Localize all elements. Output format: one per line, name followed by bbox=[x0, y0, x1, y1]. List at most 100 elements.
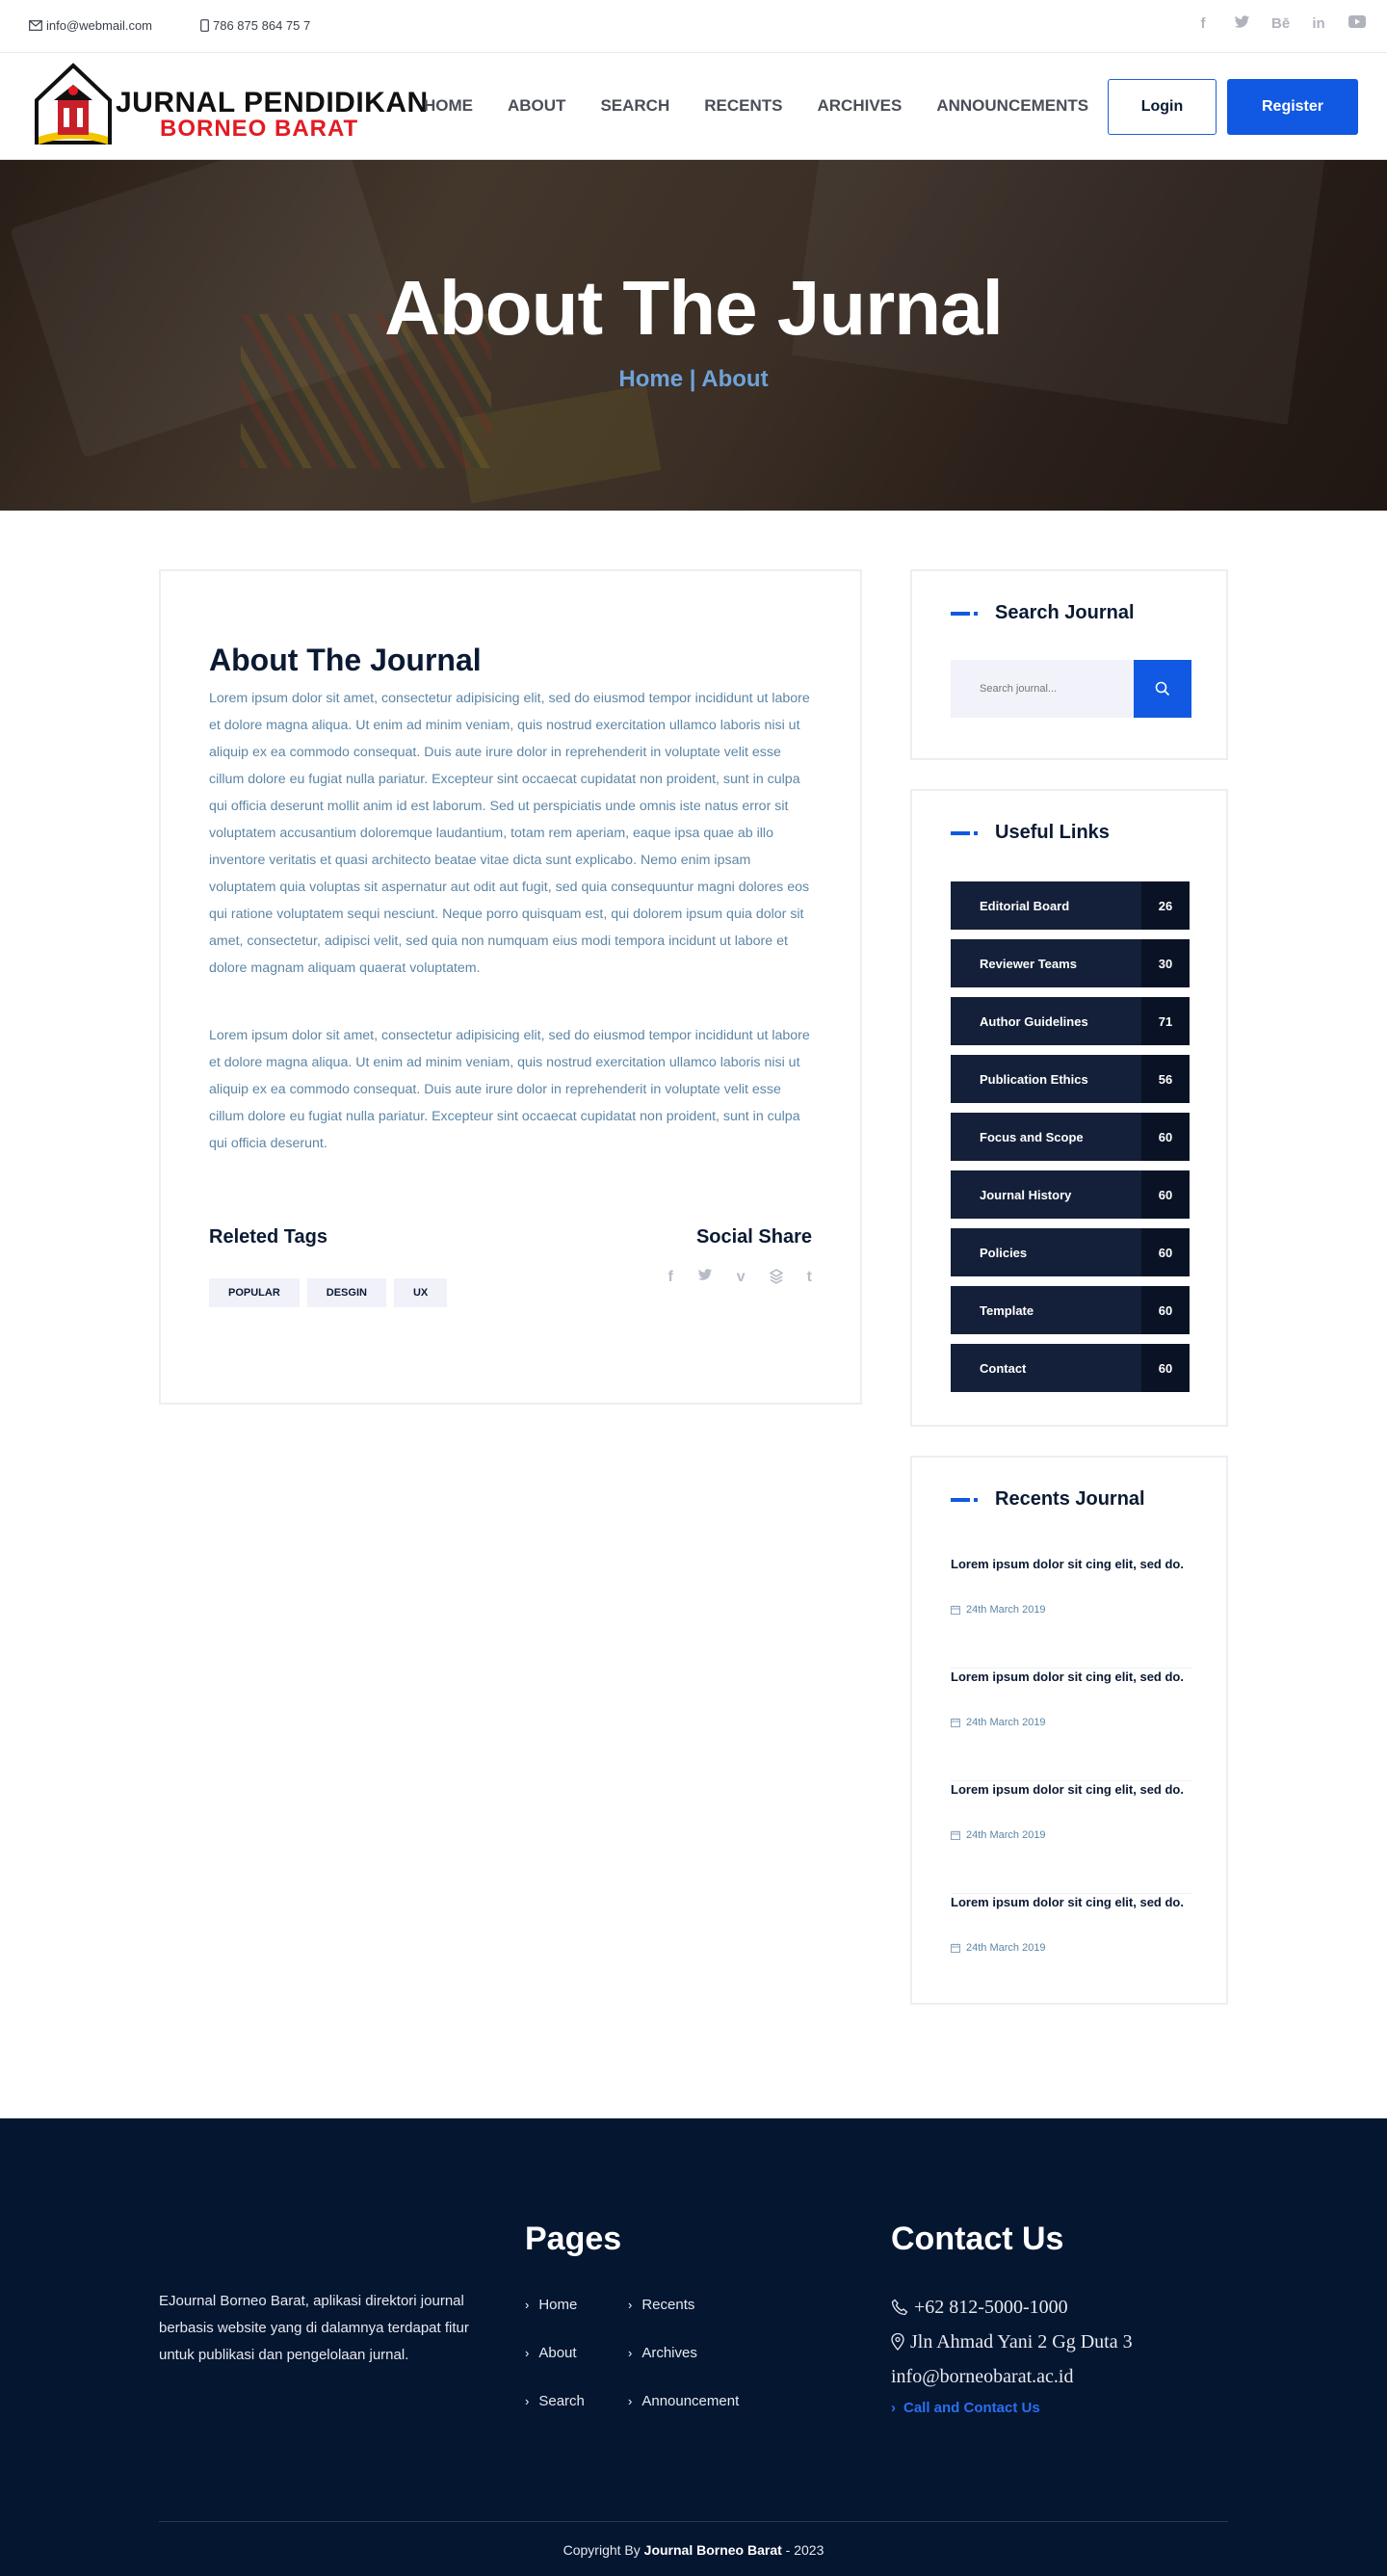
logo-emblem-icon bbox=[35, 63, 112, 145]
recents-widget-title-text: Recents Journal bbox=[995, 1488, 1145, 1510]
footer-phone-text: +62 812-5000-1000 bbox=[914, 2296, 1068, 2318]
recent-item-date-text: 24th March 2019 bbox=[966, 1829, 1046, 1841]
footer-link-announcement[interactable]: › Announcement bbox=[628, 2392, 801, 2409]
useful-links-list: Editorial Board 26 Reviewer Teams 30 Autho… bbox=[951, 881, 1190, 1402]
link-contact[interactable]: Contact 60 bbox=[951, 1344, 1190, 1392]
linkedin-icon[interactable]: in bbox=[1310, 15, 1327, 33]
footer-link-label: Recents bbox=[641, 2296, 695, 2313]
site-footer: EJournal Borneo Barat, aplikasi direktor… bbox=[0, 2118, 1387, 2576]
share-tumblr-icon[interactable]: t bbox=[807, 1269, 812, 1289]
recent-item[interactable]: Lorem ipsum dolor sit cing elit, sed do.… bbox=[951, 1894, 1191, 2007]
nav-archives[interactable]: ARCHIVES bbox=[817, 96, 902, 116]
mobile-icon bbox=[200, 19, 209, 32]
chevron-right-icon: › bbox=[525, 2393, 530, 2408]
link-count: 60 bbox=[1141, 1170, 1190, 1219]
footer-address-text: Jln Ahmad Yani 2 Gg Duta 3 bbox=[910, 2330, 1133, 2353]
recent-item-title[interactable]: Lorem ipsum dolor sit cing elit, sed do. bbox=[951, 1894, 1191, 1910]
recent-item-date: 24th March 2019 bbox=[951, 1942, 1046, 1954]
share-twitter-icon[interactable] bbox=[697, 1269, 713, 1289]
link-author-guidelines[interactable]: Author Guidelines 71 bbox=[951, 997, 1190, 1045]
recent-item-date-text: 24th March 2019 bbox=[966, 1604, 1046, 1616]
link-label: Author Guidelines bbox=[980, 1013, 1088, 1029]
recent-item[interactable]: Lorem ipsum dolor sit cing elit, sed do.… bbox=[951, 1669, 1191, 1781]
tag-desgin[interactable]: DESGIN bbox=[306, 1278, 386, 1307]
link-label: Publication Ethics bbox=[980, 1071, 1088, 1087]
phone-icon bbox=[891, 2299, 908, 2316]
topbar-socials: f Bē in bbox=[1194, 15, 1366, 33]
site-logo[interactable]: JURNAL PENDIDIKAN BORNEO BARAT bbox=[29, 62, 428, 152]
calendar-icon bbox=[951, 1830, 960, 1840]
topbar-phone[interactable]: 786 875 864 75 7 bbox=[200, 18, 310, 33]
youtube-icon[interactable] bbox=[1348, 15, 1366, 33]
main-header: JURNAL PENDIDIKAN BORNEO BARAT HOME ABOU… bbox=[0, 54, 1387, 160]
tag-ux[interactable]: UX bbox=[393, 1278, 448, 1307]
chevron-right-icon: › bbox=[628, 2393, 633, 2408]
recent-item-title[interactable]: Lorem ipsum dolor sit cing elit, sed do. bbox=[951, 1669, 1191, 1685]
recent-item-title[interactable]: Lorem ipsum dolor sit cing elit, sed do. bbox=[951, 1781, 1191, 1798]
login-button[interactable]: Login bbox=[1108, 79, 1217, 135]
footer-link-about[interactable]: › About bbox=[525, 2344, 628, 2361]
share-facebook-icon[interactable]: f bbox=[667, 1269, 672, 1289]
link-count: 60 bbox=[1141, 1286, 1190, 1334]
copyright: Copyright By Journal Borneo Barat - 2023 bbox=[0, 2542, 1387, 2558]
link-count: 56 bbox=[1141, 1055, 1190, 1103]
search-icon bbox=[1155, 681, 1170, 697]
chevron-right-icon: › bbox=[525, 2345, 530, 2360]
footer-contact-lines: +62 812-5000-1000 Jln Ahmad Yani 2 Gg Du… bbox=[891, 2290, 1133, 2417]
tags-title: Releted Tags bbox=[209, 1226, 327, 1248]
footer-link-search[interactable]: › Search bbox=[525, 2392, 628, 2409]
share-stack-icon[interactable] bbox=[769, 1269, 784, 1289]
nav-home[interactable]: HOME bbox=[424, 96, 473, 116]
link-publication-ethics[interactable]: Publication Ethics 56 bbox=[951, 1055, 1190, 1103]
search-button[interactable] bbox=[1134, 660, 1191, 718]
topbar-email[interactable]: info@webmail.com bbox=[29, 18, 152, 33]
main-nav: HOME ABOUT SEARCH RECENTS ARCHIVES ANNOU… bbox=[424, 96, 1123, 116]
recent-item-title[interactable]: Lorem ipsum dolor sit cing elit, sed do. bbox=[951, 1556, 1191, 1572]
register-button[interactable]: Register bbox=[1227, 79, 1358, 135]
footer-email[interactable]: info@borneobarat.ac.id bbox=[891, 2359, 1133, 2394]
footer-link-label: Announcement bbox=[641, 2392, 740, 2409]
footer-link-recents[interactable]: › Recents bbox=[628, 2296, 801, 2313]
twitter-icon[interactable] bbox=[1233, 15, 1250, 33]
breadcrumb[interactable]: Home | About bbox=[0, 366, 1387, 393]
map-pin-icon bbox=[891, 2333, 904, 2351]
share-vimeo-icon[interactable]: v bbox=[737, 1269, 746, 1289]
footer-email-text: info@borneobarat.ac.id bbox=[891, 2365, 1074, 2387]
nav-about[interactable]: ABOUT bbox=[508, 96, 565, 116]
link-label: Journal History bbox=[980, 1187, 1072, 1202]
link-template[interactable]: Template 60 bbox=[951, 1286, 1190, 1334]
tag-popular[interactable]: POPULAR bbox=[209, 1278, 300, 1307]
share-icons: f v t bbox=[667, 1269, 812, 1289]
search-input[interactable] bbox=[951, 660, 1134, 718]
recent-item[interactable]: Lorem ipsum dolor sit cing elit, sed do.… bbox=[951, 1781, 1191, 1894]
link-reviewer-teams[interactable]: Reviewer Teams 30 bbox=[951, 939, 1190, 987]
useful-links-widget: Useful Links Editorial Board 26 Reviewer … bbox=[910, 789, 1228, 1427]
call-contact-link[interactable]: › Call and Contact Us bbox=[891, 2400, 1133, 2416]
copyright-name: Journal Borneo Barat bbox=[643, 2542, 782, 2558]
share-title: Social Share bbox=[695, 1226, 812, 1248]
title-accent-bar bbox=[951, 830, 970, 835]
recent-item[interactable]: Lorem ipsum dolor sit cing elit, sed do.… bbox=[951, 1556, 1191, 1669]
article-paragraph-2: Lorem ipsum dolor sit amet, consectetur … bbox=[209, 1028, 810, 1151]
nav-recents[interactable]: RECENTS bbox=[704, 96, 782, 116]
nav-announcements[interactable]: ANNOUNCEMENTS bbox=[936, 96, 1088, 116]
footer-link-home[interactable]: › Home bbox=[525, 2296, 628, 2313]
chevron-right-icon: › bbox=[628, 2297, 633, 2312]
link-policies[interactable]: Policies 60 bbox=[951, 1228, 1190, 1276]
tag-list: POPULAR DESGIN UX bbox=[209, 1278, 448, 1307]
link-editorial-board[interactable]: Editorial Board 26 bbox=[951, 881, 1190, 930]
link-focus-and-scope[interactable]: Focus and Scope 60 bbox=[951, 1113, 1190, 1161]
link-journal-history[interactable]: Journal History 60 bbox=[951, 1170, 1190, 1219]
link-label: Contact bbox=[980, 1360, 1027, 1376]
link-label: Reviewer Teams bbox=[980, 956, 1077, 971]
footer-phone[interactable]: +62 812-5000-1000 bbox=[891, 2290, 1133, 2325]
mail-icon bbox=[29, 20, 42, 31]
link-label: Editorial Board bbox=[980, 898, 1070, 913]
behance-icon[interactable]: Bē bbox=[1271, 15, 1290, 33]
footer-contact-title: Contact Us bbox=[891, 2221, 1064, 2257]
nav-search[interactable]: SEARCH bbox=[600, 96, 669, 116]
footer-link-label: About bbox=[538, 2344, 577, 2361]
recent-item-date: 24th March 2019 bbox=[951, 1604, 1046, 1616]
facebook-icon[interactable]: f bbox=[1194, 15, 1212, 33]
footer-link-archives[interactable]: › Archives bbox=[628, 2344, 801, 2361]
